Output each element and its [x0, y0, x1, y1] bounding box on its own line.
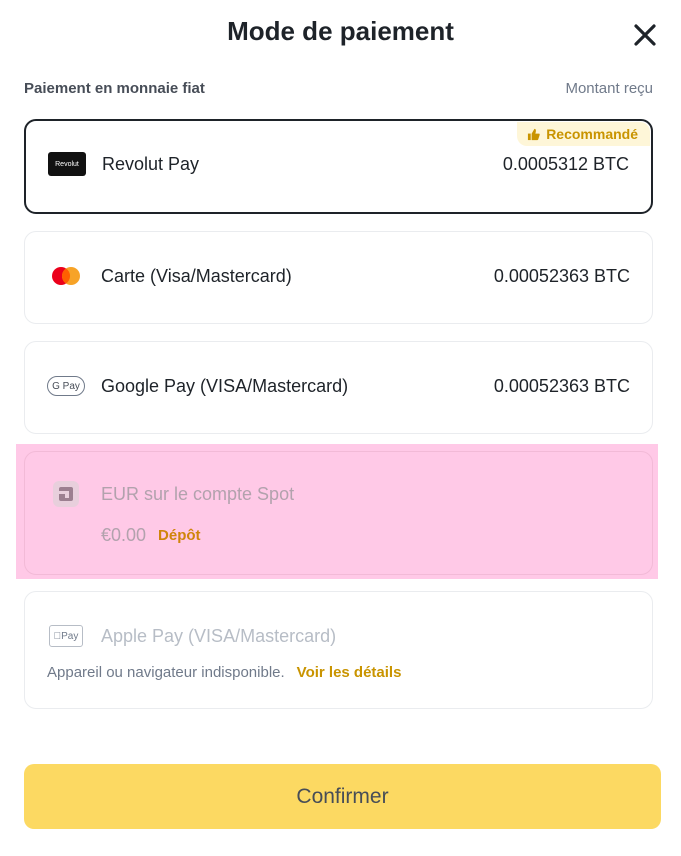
apple-pay-icon: Pay: [47, 624, 85, 648]
method-eur-spot: EUR sur le compte Spot €0.00 Dépôt: [24, 451, 653, 575]
method-row: Revolut Revolut Pay 0.0005312 BTC: [48, 152, 629, 176]
method-apple-pay: Pay Apple Pay (VISA/Mastercard) Apparei…: [24, 591, 653, 709]
method-name: EUR sur le compte Spot: [101, 483, 295, 504]
balance-row: €0.00 Dépôt: [101, 525, 201, 546]
method-row: G Pay Google Pay (VISA/Mastercard) 0.000…: [47, 374, 630, 398]
recommended-badge: Recommandé: [517, 122, 650, 146]
fiat-payment-label: Paiement en monnaie fiat: [24, 80, 205, 97]
method-name: Apple Pay (VISA/Mastercard): [101, 625, 337, 646]
mastercard-icon: [47, 264, 85, 288]
method-amount: 0.00052363 BTC: [493, 375, 630, 396]
view-details-link[interactable]: Voir les détails: [297, 664, 402, 681]
revolut-logo: Revolut: [48, 152, 86, 176]
modal-title: Mode de paiement: [227, 16, 454, 46]
recommended-badge-label: Recommandé: [546, 126, 638, 142]
list-header: Paiement en monnaie fiat Montant reçu: [24, 80, 653, 97]
method-name: Google Pay (VISA/Mastercard): [101, 375, 349, 396]
eur-balance: €0.00: [101, 525, 147, 545]
method-google-pay[interactable]: G Pay Google Pay (VISA/Mastercard) 0.000…: [24, 341, 653, 434]
close-button[interactable]: [630, 20, 660, 50]
method-name: Carte (Visa/Mastercard): [101, 265, 292, 286]
google-pay-logo-text: G Pay: [47, 376, 85, 396]
apple-pay-logo-text: Pay: [49, 625, 83, 647]
method-amount: 0.0005312 BTC: [502, 153, 629, 174]
method-card[interactable]: Carte (Visa/Mastercard) 0.00052363 BTC: [24, 231, 653, 324]
method-name: Revolut Pay: [102, 153, 200, 174]
method-row: EUR sur le compte Spot: [47, 481, 630, 507]
payment-method-modal: Mode de paiement Paiement en monnaie fia…: [0, 0, 681, 856]
close-icon: [634, 24, 656, 46]
amount-received-label: Montant reçu: [565, 80, 653, 97]
confirm-button[interactable]: Confirmer: [24, 764, 661, 829]
unavailable-text: Appareil ou navigateur indisponible.: [47, 664, 285, 681]
thumbs-up-icon: [528, 128, 540, 140]
unavailable-note: Appareil ou navigateur indisponible. Voi…: [47, 664, 401, 681]
google-pay-icon: G Pay: [47, 374, 85, 398]
revolut-logo-text: Revolut: [48, 152, 86, 176]
method-amount: 0.00052363 BTC: [493, 265, 630, 286]
wallet-icon: [47, 481, 85, 507]
deposit-link[interactable]: Dépôt: [158, 527, 201, 544]
method-row: Pay Apple Pay (VISA/Mastercard): [47, 624, 630, 648]
method-row: Carte (Visa/Mastercard) 0.00052363 BTC: [47, 264, 630, 288]
method-revolut-pay[interactable]: Recommandé Revolut Revolut Pay 0.0005312…: [24, 119, 653, 214]
